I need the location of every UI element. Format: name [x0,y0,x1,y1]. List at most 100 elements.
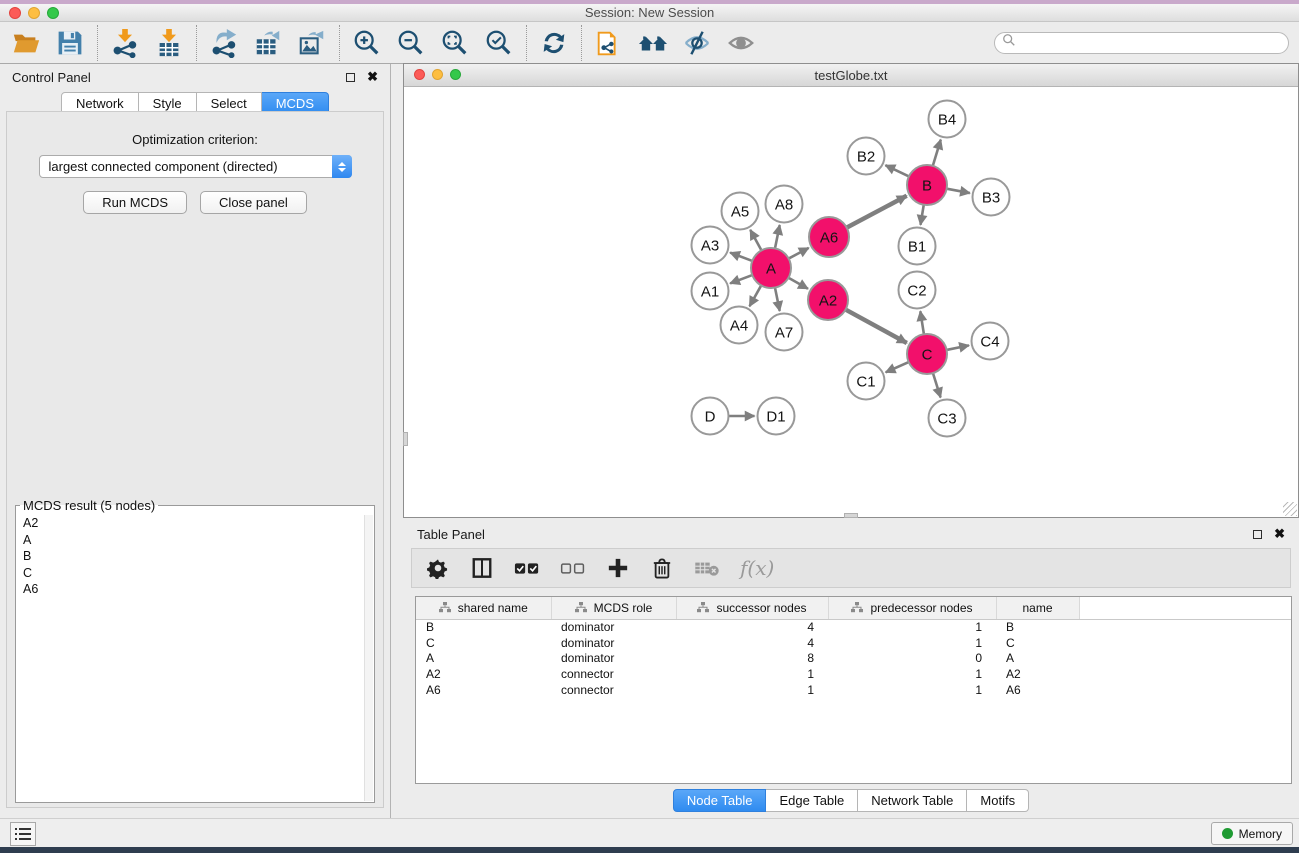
search-input[interactable] [1016,34,1288,52]
graph-node-C4[interactable]: C4 [972,323,1009,360]
result-item[interactable]: A6 [17,581,364,598]
cell-name[interactable]: A6 [996,682,1079,698]
search-field[interactable] [994,32,1289,54]
result-item[interactable]: A2 [17,515,364,532]
graph-node-D[interactable]: D [692,398,729,435]
graph-node-B1[interactable]: B1 [899,228,936,265]
table-row[interactable]: A2connector11A2 [416,666,1291,682]
cell-successor-nodes[interactable]: 1 [676,666,828,682]
open-session-icon[interactable] [10,27,42,59]
network-close-button[interactable] [414,69,425,80]
trash-icon[interactable] [650,555,674,581]
graph-node-B[interactable]: B [907,165,947,205]
refresh-view-icon[interactable] [538,27,570,59]
cell-MCDS-role[interactable]: connector [551,666,676,682]
graph-node-A8[interactable]: A8 [766,186,803,223]
close-panel-icon[interactable]: ✖ [367,72,378,82]
graph-node-B2[interactable]: B2 [848,138,885,175]
graph-node-B4[interactable]: B4 [929,101,966,138]
cell-shared-name[interactable]: A6 [416,682,551,698]
cell-name[interactable]: A [996,650,1079,666]
columns-icon[interactable] [470,555,494,581]
cell-successor-nodes[interactable]: 1 [676,682,828,698]
run-mcds-button[interactable]: Run MCDS [83,191,187,214]
network-canvas[interactable]: B4B2BB3A5A8A6A3B1AA1C2A2A4A7C4CC1C3DD1 [404,87,1298,517]
minimize-window-button[interactable] [28,7,40,19]
table-tab-network-table[interactable]: Network Table [858,789,967,812]
cell-shared-name[interactable]: C [416,635,551,651]
cell-predecessor-nodes[interactable]: 1 [828,666,996,682]
table-tab-edge-table[interactable]: Edge Table [766,789,858,812]
network-zoom-button[interactable] [450,69,461,80]
close-panel-button[interactable]: Close panel [200,191,307,214]
cell-shared-name[interactable]: B [416,619,551,635]
table-row[interactable]: Bdominator41B [416,619,1291,635]
splitter-handle-horizontal[interactable] [844,513,858,518]
resize-grip[interactable] [1283,502,1297,516]
network-window-titlebar[interactable]: testGlobe.txt [404,64,1298,87]
graph-node-C2[interactable]: C2 [899,272,936,309]
zoom-in-icon[interactable] [351,27,383,59]
graph-node-A5[interactable]: A5 [722,193,759,230]
table-tab-node-table[interactable]: Node Table [673,789,767,812]
graph-node-B3[interactable]: B3 [973,179,1010,216]
cell-predecessor-nodes[interactable]: 1 [828,635,996,651]
cell-MCDS-role[interactable]: dominator [551,650,676,666]
table-row[interactable]: A6connector11A6 [416,682,1291,698]
graph-node-C[interactable]: C [907,334,947,374]
show-panels-icon[interactable] [725,27,757,59]
graph-node-A6[interactable]: A6 [809,217,849,257]
cell-predecessor-nodes[interactable]: 1 [828,682,996,698]
cell-MCDS-role[interactable]: connector [551,682,676,698]
table-row[interactable]: Adominator80A [416,650,1291,666]
zoom-out-icon[interactable] [395,27,427,59]
new-network-from-file-icon[interactable] [593,27,625,59]
graph-node-A[interactable]: A [751,248,791,288]
graph-node-A7[interactable]: A7 [766,314,803,351]
cell-shared-name[interactable]: A2 [416,666,551,682]
save-session-icon[interactable] [54,27,86,59]
graph-node-A1[interactable]: A1 [692,273,729,310]
graph-node-D1[interactable]: D1 [758,398,795,435]
float-panel-icon[interactable] [346,73,355,82]
cell-successor-nodes[interactable]: 4 [676,619,828,635]
cell-name[interactable]: C [996,635,1079,651]
column-header-successor-nodes[interactable]: successor nodes [676,597,828,619]
task-history-button[interactable] [10,822,36,846]
zoom-selected-icon[interactable] [483,27,515,59]
cell-MCDS-role[interactable]: dominator [551,619,676,635]
result-item[interactable]: C [17,565,364,582]
table-row[interactable]: Cdominator41C [416,635,1291,651]
table-tab-motifs[interactable]: Motifs [967,789,1029,812]
column-header-shared-name[interactable]: shared name [416,597,551,619]
memory-button[interactable]: Memory [1211,822,1293,845]
gear-icon[interactable] [426,555,450,581]
cell-successor-nodes[interactable]: 4 [676,635,828,651]
network-minimize-button[interactable] [432,69,443,80]
graph-node-C3[interactable]: C3 [929,400,966,437]
graph-node-A3[interactable]: A3 [692,227,729,264]
close-table-panel-icon[interactable]: ✖ [1274,529,1285,539]
export-image-icon[interactable] [296,27,328,59]
column-header-MCDS-role[interactable]: MCDS role [551,597,676,619]
cell-MCDS-role[interactable]: dominator [551,635,676,651]
zoom-window-button[interactable] [47,7,59,19]
criterion-dropdown[interactable]: largest connected component (directed) [39,155,352,178]
hide-panels-icon[interactable] [681,27,713,59]
cell-predecessor-nodes[interactable]: 0 [828,650,996,666]
open-start-panel-icon[interactable] [637,27,669,59]
result-item[interactable]: A [17,532,364,549]
select-all-columns-icon[interactable] [514,555,540,581]
cell-name[interactable]: A2 [996,666,1079,682]
graph-node-C1[interactable]: C1 [848,363,885,400]
export-table-icon[interactable] [252,27,284,59]
cell-predecessor-nodes[interactable]: 1 [828,619,996,635]
graph-node-A4[interactable]: A4 [721,307,758,344]
import-table-icon[interactable] [153,27,185,59]
export-network-icon[interactable] [208,27,240,59]
close-window-button[interactable] [9,7,21,19]
cell-successor-nodes[interactable]: 8 [676,650,828,666]
add-column-icon[interactable] [606,555,630,581]
column-header-predecessor-nodes[interactable]: predecessor nodes [828,597,996,619]
splitter-handle-vertical[interactable] [403,432,408,446]
